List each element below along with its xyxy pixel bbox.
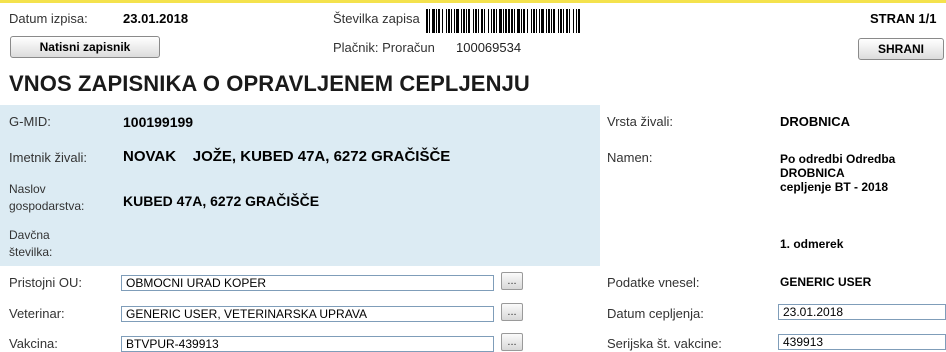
- vrsta-zivali-label: Vrsta živali:: [607, 114, 673, 129]
- ou-label: Pristojni OU:: [9, 275, 82, 290]
- naslov-label-line2: gospodarstva:: [9, 199, 85, 213]
- datum-cepljenja-label: Datum cepljenja:: [607, 306, 704, 321]
- veterinar-field[interactable]: GENERIC USER, VETERINARSKA UPRAVA: [121, 306, 494, 322]
- barcode-image: [426, 9, 580, 33]
- vakcina-picker-button[interactable]: ...: [501, 333, 523, 351]
- datum-cepljenja-field[interactable]: 23.01.2018: [778, 304, 946, 320]
- gmid-value: 100199199: [123, 114, 194, 130]
- namen-line2: DROBNICA: [780, 166, 845, 180]
- namen-line1: Po odredbi Odredba: [780, 152, 896, 166]
- davcna-label-line2: številka:: [9, 245, 53, 259]
- naslov-value: KUBED 47A, 6272 GRAČIŠČE: [123, 193, 320, 209]
- datum-izpisa-value: 23.01.2018: [123, 11, 189, 26]
- top-accent-bar: [0, 0, 946, 3]
- stevilka-zapisa-label: Številka zapisa: [333, 11, 420, 26]
- save-button[interactable]: SHRANI: [858, 38, 944, 60]
- odmerek-value: 1. odmerek: [780, 237, 844, 251]
- imetnik-label: Imetnik živali:: [9, 150, 88, 165]
- vnesel-label: Podatke vnesel:: [607, 275, 700, 290]
- vakcina-field[interactable]: BTVPUR-439913: [121, 336, 494, 352]
- ou-field[interactable]: OBMOCNI URAD KOPER: [121, 275, 494, 291]
- imetnik-value: NOVAK JOŽE, KUBED 47A, 6272 GRAČIŠČE: [123, 148, 451, 165]
- barcode-number: 100069534: [456, 40, 522, 55]
- ou-picker-button[interactable]: ...: [501, 272, 523, 290]
- namen-line3: cepljenje BT - 2018: [780, 180, 889, 194]
- owner-info-panel: [0, 105, 600, 266]
- namen-label: Namen:: [607, 150, 653, 165]
- veterinar-label: Veterinar:: [9, 306, 65, 321]
- gmid-label: G-MID:: [9, 114, 51, 129]
- page-indicator: STRAN 1/1: [870, 11, 937, 26]
- placnik-label: Plačnik: Proračun: [333, 40, 435, 55]
- davcna-label-line1: Davčna: [9, 228, 50, 242]
- vrsta-zivali-value: DROBNICA: [780, 114, 851, 129]
- veterinar-picker-button[interactable]: ...: [501, 303, 523, 321]
- page-title: VNOS ZAPISNIKA O OPRAVLJENEM CEPLJENJU: [9, 71, 530, 96]
- datum-izpisa-label: Datum izpisa:: [9, 11, 88, 26]
- naslov-label-line1: Naslov: [9, 182, 46, 196]
- print-report-button[interactable]: Natisni zapisnik: [10, 36, 160, 58]
- serijska-field[interactable]: 439913: [778, 334, 946, 350]
- vnesel-value: GENERIC USER: [780, 275, 872, 289]
